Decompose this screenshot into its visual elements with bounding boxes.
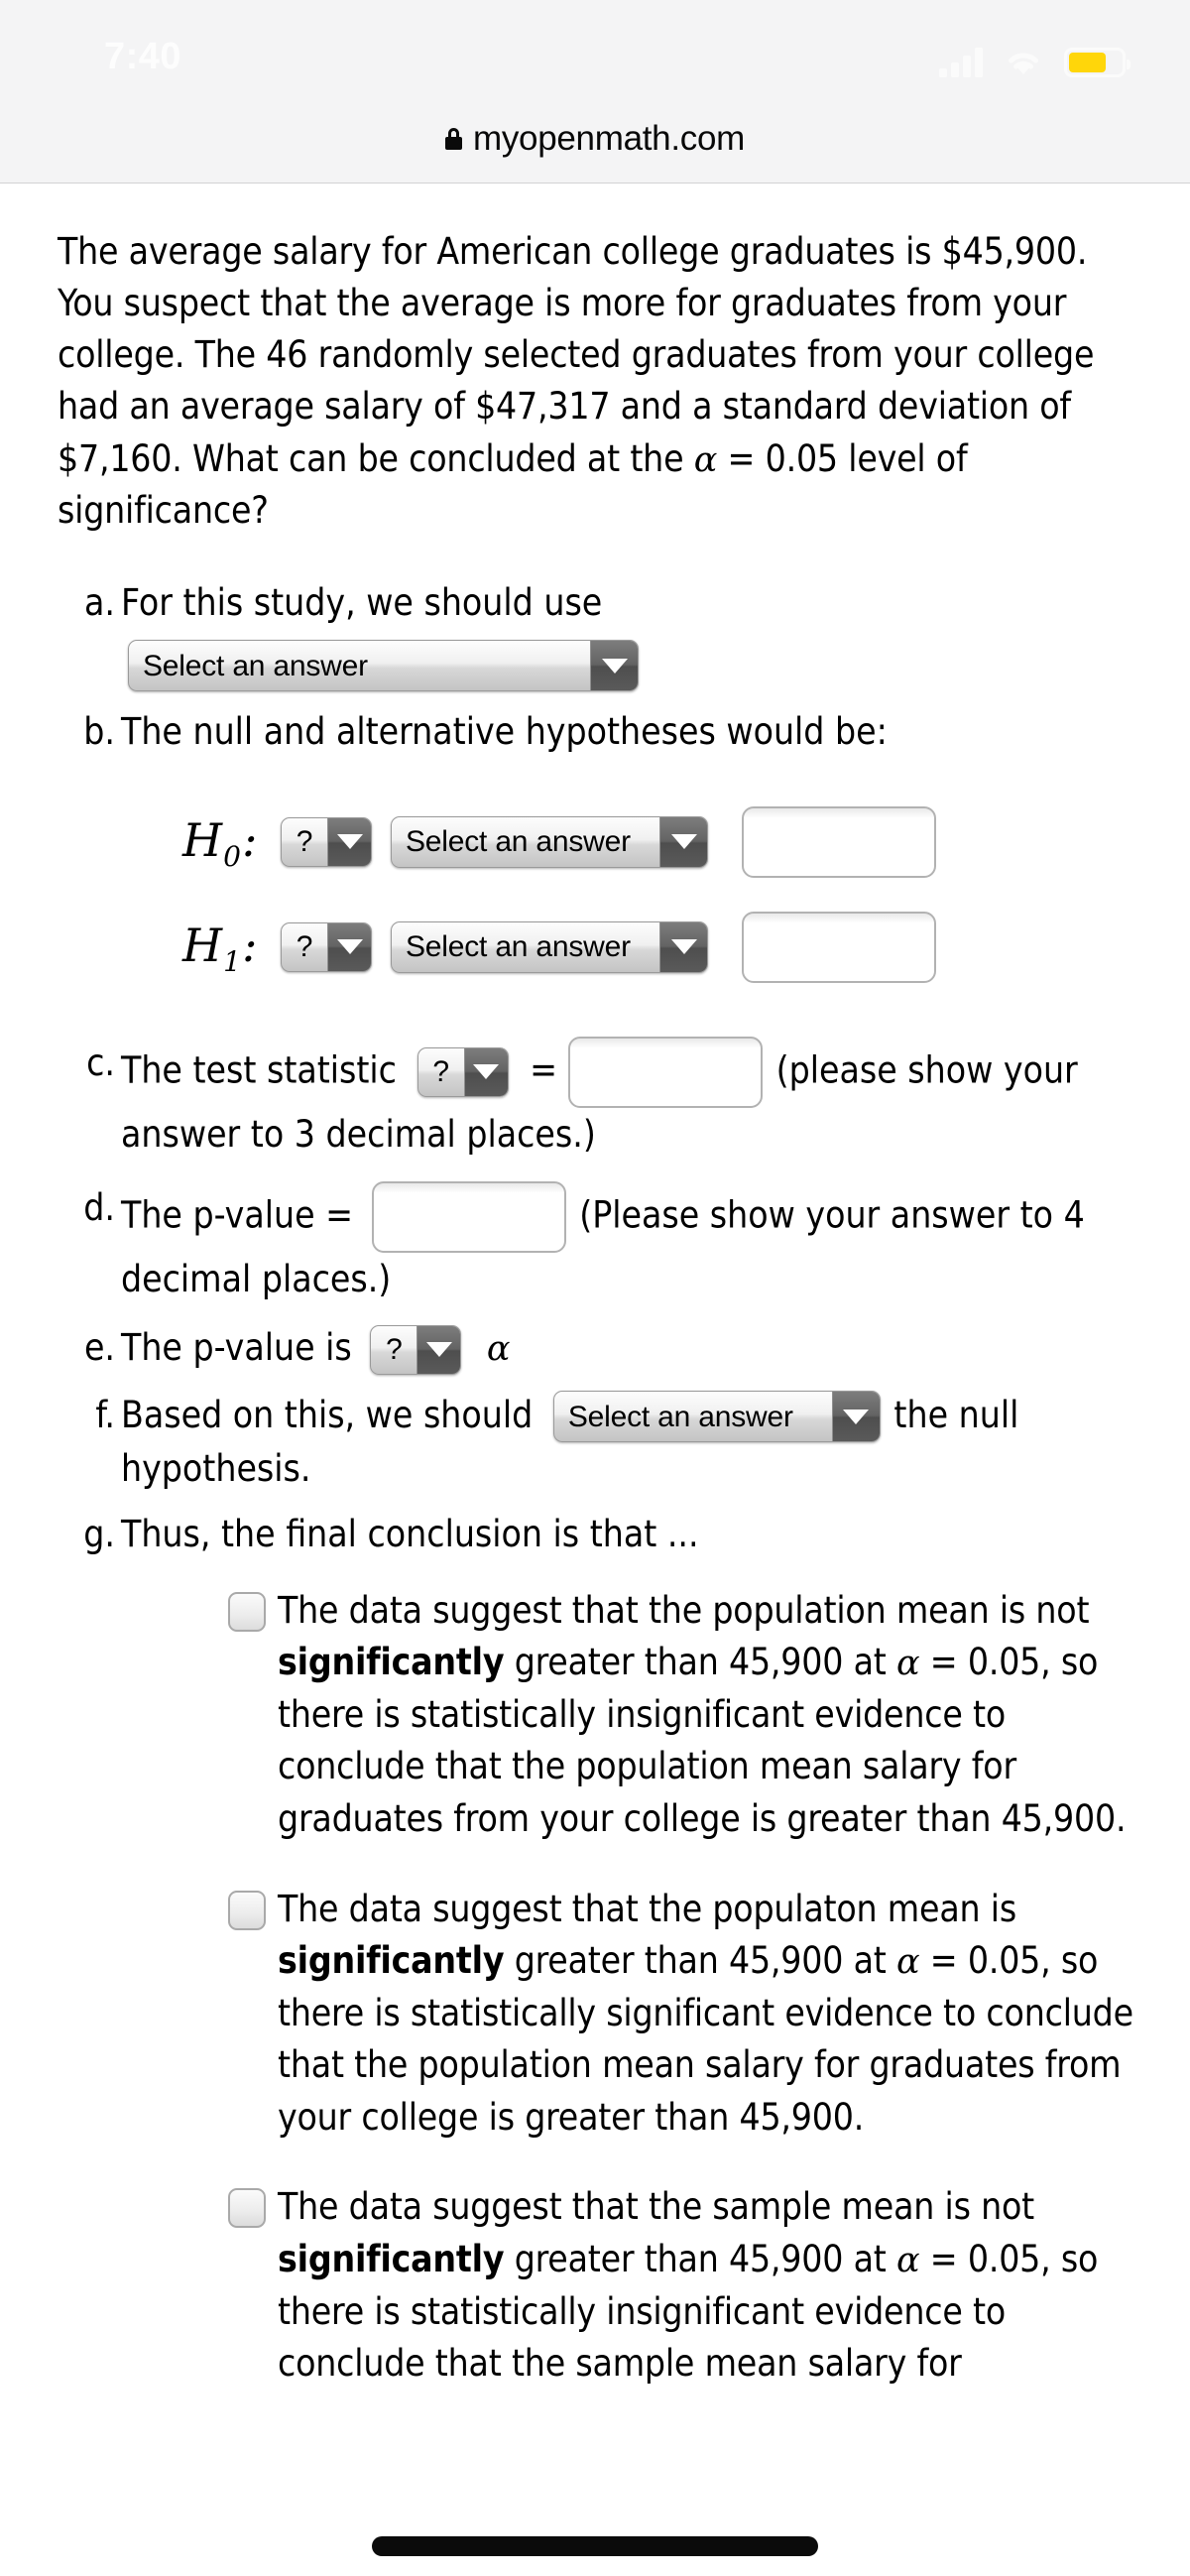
page-content: The average salary for American college …	[0, 184, 1190, 2576]
parts-list: a. For this study, we should use Select …	[58, 576, 1134, 2391]
choice-2-alpha: α	[896, 1942, 920, 1983]
chevron-down-icon	[831, 1392, 880, 1442]
part-e-alpha: α	[486, 1329, 511, 1370]
browser-chrome: 7:40 myopenmath.com	[0, 0, 1190, 184]
p-value-comparison-select[interactable]: ?	[370, 1324, 462, 1375]
alpha-symbol: α	[693, 439, 718, 480]
chevron-down-icon	[659, 816, 707, 867]
conclusion-choices: The data suggest that the population mea…	[58, 1585, 1134, 2391]
part-g-text: Thus, the final conclusion is that ...	[121, 1513, 699, 1556]
study-type-select[interactable]: Select an answer	[128, 640, 639, 692]
decision-select-label: Select an answer	[567, 1400, 793, 1433]
status-bar: 7:40	[0, 0, 1190, 94]
part-d-text-before: The p-value =	[121, 1193, 354, 1237]
conclusion-choice-1[interactable]: The data suggest that the population mea…	[228, 1585, 1134, 1846]
h0-subscript: 0	[223, 839, 242, 873]
h1-value-input[interactable]	[742, 911, 936, 983]
choice-2-seg1: The data suggest that the populaton mean…	[278, 1887, 1016, 1930]
conclusion-choice-3[interactable]: The data suggest that the sample mean is…	[228, 2181, 1134, 2390]
part-b-marker: b.	[83, 710, 115, 754]
part-e-marker: e.	[83, 1326, 115, 1370]
choice-2-seg2: greater than 45,900 at	[504, 1939, 896, 1983]
part-a-select-wrap: Select an answer	[125, 638, 1134, 692]
h1-row: H1: ? Select an answer	[182, 911, 1134, 983]
test-statistic-type-select[interactable]: ?	[416, 1046, 509, 1097]
url-bar[interactable]: myopenmath.com	[0, 94, 1190, 183]
part-a: a. For this study, we should use Select …	[58, 576, 1134, 692]
choice-1-seg1: The data suggest that the population mea…	[278, 1588, 1090, 1632]
part-g: g. Thus, the final conclusion is that ..…	[58, 1508, 1134, 1561]
choice-1-bold: significantly	[278, 1641, 505, 1684]
choice-2-bold: significantly	[278, 1939, 505, 1983]
decision-select[interactable]: Select an answer	[552, 1391, 881, 1443]
part-c-text-before: The test statistic	[121, 1048, 397, 1092]
h0-parameter-select-label: Select an answer	[406, 825, 631, 859]
part-c-marker: c.	[86, 1041, 115, 1084]
lock-icon	[445, 127, 462, 150]
cellular-signal-icon	[939, 48, 983, 77]
h1-symbol-select-label: ?	[296, 930, 313, 964]
part-g-marker: g.	[83, 1513, 115, 1556]
h0-label: H0:	[182, 807, 278, 878]
checkbox-icon[interactable]	[228, 1890, 266, 1930]
part-c: c. The test statistic ? = (please show y…	[58, 1036, 1134, 1162]
choice-3-seg1: The data suggest that the sample mean is…	[278, 2185, 1035, 2229]
study-type-select-label: Select an answer	[143, 649, 368, 682]
chevron-down-icon	[659, 921, 707, 972]
choice-3-alpha: α	[896, 2240, 920, 2280]
part-a-marker: a.	[84, 581, 115, 625]
choice-1-alpha: α	[896, 1644, 920, 1684]
test-statistic-input[interactable]	[568, 1036, 764, 1108]
chevron-down-icon	[327, 817, 371, 866]
part-e-text-before: The p-value is	[121, 1326, 352, 1370]
h1-parameter-select-label: Select an answer	[406, 930, 631, 964]
part-e: e. The p-value is ? α	[58, 1321, 1134, 1375]
choice-3-bold: significantly	[278, 2237, 505, 2280]
h0-symbol-select[interactable]: ?	[281, 816, 372, 867]
h1-letter: H	[182, 918, 224, 972]
status-bar-time: 7:40	[104, 36, 182, 77]
part-c-equals: =	[530, 1048, 558, 1092]
chevron-down-icon	[327, 922, 371, 971]
part-f: f. Based on this, we should Select an an…	[58, 1389, 1134, 1496]
h1-parameter-select[interactable]: Select an answer	[391, 920, 708, 973]
battery-fill	[1069, 53, 1107, 72]
h1-colon: :	[241, 918, 259, 972]
h0-symbol-select-label: ?	[296, 825, 313, 859]
phone-screen: 7:40 myopenmath.com The average salary f…	[0, 0, 1190, 2576]
h0-parameter-select[interactable]: Select an answer	[391, 815, 708, 868]
status-bar-icons	[939, 38, 1130, 77]
h1-subscript: 1	[223, 944, 242, 978]
conclusion-choice-2[interactable]: The data suggest that the populaton mean…	[228, 1884, 1134, 2145]
h0-value-input[interactable]	[742, 805, 936, 878]
part-f-text-before: Based on this, we should	[121, 1393, 534, 1436]
part-d-marker: d.	[83, 1185, 115, 1229]
checkbox-icon[interactable]	[228, 1591, 266, 1632]
h1-symbol-select[interactable]: ?	[281, 921, 372, 972]
part-b: b. The null and alternative hypotheses w…	[58, 705, 1134, 983]
home-indicator	[372, 2536, 818, 2556]
p-value-comparison-label: ?	[386, 1332, 403, 1366]
url-text: myopenmath.com	[473, 118, 745, 158]
chevron-down-icon	[463, 1047, 508, 1096]
battery-icon	[1064, 48, 1130, 77]
chevron-down-icon	[590, 641, 638, 691]
wifi-icon	[1005, 48, 1042, 77]
test-statistic-type-label: ?	[432, 1055, 449, 1089]
choice-1-seg2: greater than 45,900 at	[504, 1641, 896, 1684]
h0-row: H0: ? Select an answer	[182, 805, 1134, 878]
problem-statement: The average salary for American college …	[58, 226, 1134, 537]
h1-label: H1:	[182, 913, 278, 983]
chevron-down-icon	[416, 1325, 461, 1374]
part-f-marker: f.	[95, 1393, 115, 1436]
p-value-input[interactable]	[371, 1180, 566, 1253]
part-a-text: For this study, we should use	[121, 581, 603, 625]
part-b-text: The null and alternative hypotheses woul…	[121, 710, 888, 754]
h0-colon: :	[241, 812, 259, 867]
checkbox-icon[interactable]	[228, 2188, 266, 2229]
choice-3-seg2: greater than 45,900 at	[504, 2237, 896, 2280]
part-d: d. The p-value = (Please show your answe…	[58, 1180, 1134, 1306]
h0-letter: H	[182, 812, 224, 867]
